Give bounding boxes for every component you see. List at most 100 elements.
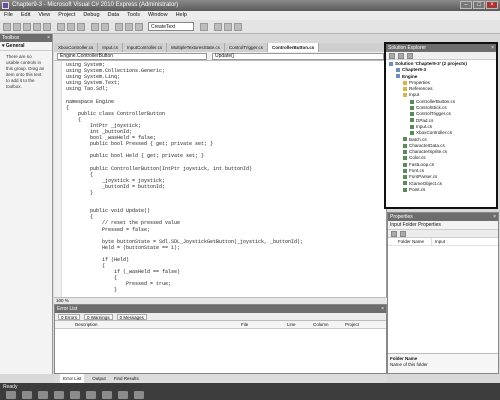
taskbar-app-icon[interactable] bbox=[70, 391, 80, 399]
properties-panel: Properties × Input Folder Properties Fol… bbox=[387, 212, 499, 374]
menu-edit[interactable]: Edit bbox=[21, 11, 30, 20]
solution-explorer-title: Solution Explorer × bbox=[386, 44, 496, 52]
column-column[interactable]: Column bbox=[313, 321, 329, 329]
type-dropdown[interactable]: Engine.ControllerButton bbox=[57, 53, 207, 60]
property-row[interactable]: Folder Name Input bbox=[388, 238, 498, 246]
code-text[interactable]: using System; using System.Collections.Ge… bbox=[66, 62, 303, 294]
property-description: Folder Name Name of this folder bbox=[388, 353, 498, 373]
toolbox-icon[interactable] bbox=[234, 23, 242, 31]
open-file-icon[interactable] bbox=[23, 23, 31, 31]
cs-file-icon bbox=[403, 175, 407, 180]
close-icon[interactable]: × bbox=[381, 305, 384, 313]
menu-tools[interactable]: Tools bbox=[127, 11, 140, 20]
cs-file-icon bbox=[403, 137, 407, 142]
menu-window[interactable]: Window bbox=[148, 11, 168, 20]
property-name: Folder Name bbox=[388, 238, 432, 245]
tab-control-trigger[interactable]: ControlTrigger.cs bbox=[225, 43, 268, 52]
taskbar-app-icon[interactable] bbox=[134, 391, 144, 399]
column-file[interactable]: File bbox=[241, 321, 248, 329]
find-icon[interactable] bbox=[200, 23, 208, 31]
tab-input[interactable]: Input.cs bbox=[98, 43, 124, 52]
code-editor[interactable]: using System; using System.Collections.Ge… bbox=[54, 61, 387, 297]
close-button[interactable]: × bbox=[486, 1, 498, 9]
properties-title: Properties × bbox=[388, 213, 498, 221]
toolbox-title: Toolbox × bbox=[0, 34, 52, 42]
error-list-panel: Error List × 0 Errors 0 Warnings 0 Messa… bbox=[54, 304, 387, 374]
pause-icon[interactable] bbox=[125, 23, 133, 31]
menu-view[interactable]: View bbox=[38, 11, 50, 20]
tab-find-results[interactable]: Find Results bbox=[114, 374, 139, 383]
tree-item-label: Input bbox=[409, 92, 420, 98]
show-all-files-icon[interactable] bbox=[398, 53, 404, 59]
cs-file-icon bbox=[403, 149, 407, 154]
toolbox-group[interactable]: ▾ General bbox=[0, 42, 52, 51]
folder-icon bbox=[403, 93, 407, 98]
taskbar-app-icon[interactable] bbox=[54, 391, 64, 399]
cut-icon[interactable] bbox=[57, 23, 65, 31]
minimize-button[interactable]: – bbox=[460, 1, 472, 9]
property-value[interactable]: Input bbox=[432, 238, 445, 245]
tab-controller-button[interactable]: ControllerButton.cs bbox=[267, 43, 320, 52]
configuration-combo[interactable]: CreateText bbox=[148, 22, 194, 31]
close-icon[interactable]: × bbox=[493, 213, 496, 221]
column-line[interactable]: Line bbox=[287, 321, 296, 329]
taskbar-app-icon[interactable] bbox=[118, 391, 128, 399]
tab-error-list[interactable]: Error List bbox=[60, 374, 85, 383]
column-description[interactable]: Description bbox=[75, 321, 98, 329]
copy-icon[interactable] bbox=[67, 23, 75, 31]
refresh-icon[interactable] bbox=[407, 53, 413, 59]
tree-item-label: Font.cs bbox=[409, 168, 425, 174]
add-item-icon[interactable] bbox=[13, 23, 21, 31]
tree-item-label: FontParser.cs bbox=[409, 174, 438, 180]
cs-file-icon bbox=[403, 181, 407, 186]
cs-file-icon bbox=[403, 143, 407, 148]
properties-subject[interactable]: Input Folder Properties bbox=[388, 221, 498, 230]
menu-file[interactable]: File bbox=[4, 11, 13, 20]
tab-output[interactable]: Output bbox=[92, 374, 106, 383]
tree-item-label: CharacterSprite.cs bbox=[409, 149, 448, 155]
close-icon[interactable]: × bbox=[47, 34, 50, 42]
code-line[interactable]: byte buttonState = Sdl.SDL_JoystickGetBu… bbox=[66, 239, 303, 245]
menu-data[interactable]: Data bbox=[108, 11, 120, 20]
tab-input-controller[interactable]: InputController.cs bbox=[123, 43, 168, 52]
redo-icon[interactable] bbox=[101, 23, 109, 31]
close-icon[interactable]: × bbox=[491, 44, 494, 52]
tree-item[interactable]: Point.cs bbox=[386, 187, 496, 193]
error-list-header: Description File Line Column Project bbox=[55, 321, 386, 329]
tree-item-label: IGameObject.cs bbox=[409, 180, 442, 186]
member-dropdown[interactable]: Update() bbox=[212, 53, 384, 60]
start-debugging-icon[interactable] bbox=[115, 23, 123, 31]
stop-icon[interactable] bbox=[135, 23, 143, 31]
taskbar-app-icon[interactable] bbox=[102, 391, 112, 399]
taskbar-app-icon[interactable] bbox=[86, 391, 96, 399]
save-icon[interactable] bbox=[33, 23, 41, 31]
menu-debug[interactable]: Debug bbox=[83, 11, 99, 20]
code-line[interactable]: } bbox=[66, 287, 303, 293]
solution-explorer-icon[interactable] bbox=[214, 23, 222, 31]
categorized-icon[interactable] bbox=[391, 231, 397, 237]
paste-icon[interactable] bbox=[77, 23, 85, 31]
warnings-filter[interactable]: 0 Warnings bbox=[84, 314, 113, 320]
alphabetical-icon[interactable] bbox=[400, 231, 406, 237]
taskbar-app-icon[interactable] bbox=[22, 391, 32, 399]
zoom-level[interactable]: 100 % bbox=[56, 298, 69, 303]
maximize-button[interactable]: □ bbox=[473, 1, 485, 9]
menu-project[interactable]: Project bbox=[58, 11, 75, 20]
undo-icon[interactable] bbox=[91, 23, 99, 31]
tab-xbox-controller[interactable]: XboxController.cs bbox=[54, 43, 99, 52]
cs-file-icon bbox=[410, 112, 414, 117]
messages-filter[interactable]: 0 Messages bbox=[116, 314, 147, 320]
taskbar-app-icon[interactable] bbox=[38, 391, 48, 399]
tree-item-label: ControllerButton.cs bbox=[416, 98, 456, 104]
menu-help[interactable]: Help bbox=[176, 11, 187, 20]
new-project-icon[interactable] bbox=[3, 23, 11, 31]
errors-filter[interactable]: 0 Errors bbox=[58, 314, 81, 320]
properties-icon[interactable] bbox=[389, 53, 395, 59]
cs-file-icon bbox=[410, 124, 414, 129]
tab-multiple-textures-state[interactable]: MultipleTexturesState.cs bbox=[167, 43, 225, 52]
properties-icon[interactable] bbox=[224, 23, 232, 31]
save-all-icon[interactable] bbox=[43, 23, 51, 31]
column-project[interactable]: Project bbox=[345, 321, 359, 329]
project-icon bbox=[396, 68, 400, 73]
start-icon[interactable] bbox=[6, 391, 16, 399]
